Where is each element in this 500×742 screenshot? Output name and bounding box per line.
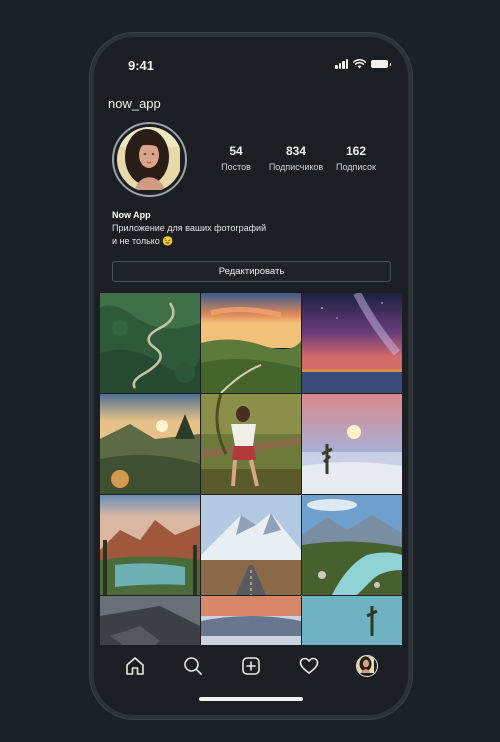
stat-following[interactable]: 162 Подписок [326,144,386,172]
edit-profile-button[interactable]: Редактировать [112,261,391,282]
photo-tile[interactable] [201,495,301,595]
signal-icon [335,59,348,69]
photo-tile[interactable] [302,495,402,595]
profile-username[interactable]: now_app [108,96,161,111]
photo-tile[interactable] [302,394,402,494]
tab-activity[interactable] [297,654,321,678]
avatar-photo [117,127,182,192]
photo-tile[interactable] [201,293,301,393]
tab-profile[interactable] [355,654,379,678]
tab-add[interactable] [239,654,263,678]
status-icons [335,59,391,69]
profile-bio: Now App Приложение для ваших фотографий … [112,209,266,248]
phone-screen: 9:41 now_app 54 Постов 834 Подписчиков 1… [94,37,408,715]
photo-tile[interactable] [100,596,200,645]
home-icon [126,657,144,675]
photo-tile[interactable] [100,293,200,393]
profile-stats: 54 Постов 834 Подписчиков 162 Подписок [206,144,386,172]
tab-home[interactable] [123,654,147,678]
photo-tile[interactable] [201,394,301,494]
photo-tile[interactable] [302,293,402,393]
stat-value: 162 [345,144,367,158]
stat-label: Подписчиков [268,162,324,172]
search-icon [184,657,202,675]
heart-icon [299,657,319,674]
phone-frame: 9:41 now_app 54 Постов 834 Подписчиков 1… [90,33,412,719]
stat-value: 54 [229,144,243,158]
profile-avatar-small [356,655,378,677]
bio-name: Now App [112,210,151,220]
bio-line: Приложение для ваших фотографий [112,223,267,233]
stat-label: Постов [221,162,251,172]
photo-tile[interactable] [201,596,301,645]
stat-posts[interactable]: 54 Постов [206,144,266,172]
photo-grid [100,293,402,645]
bio-line: и не только 😉 [112,236,174,246]
photo-tile[interactable] [302,596,402,645]
battery-icon [371,60,391,68]
profile-avatar[interactable] [112,122,187,197]
tab-bar [94,645,408,687]
stat-label: Подписок [336,162,376,172]
tab-search[interactable] [181,654,205,678]
photo-tile[interactable] [100,495,200,595]
stat-value: 834 [285,144,307,158]
add-icon [242,657,260,675]
photo-tile[interactable] [100,394,200,494]
home-indicator[interactable] [199,697,303,701]
stat-followers[interactable]: 834 Подписчиков [266,144,326,172]
status-time: 9:41 [128,58,155,73]
wifi-icon [353,59,366,69]
